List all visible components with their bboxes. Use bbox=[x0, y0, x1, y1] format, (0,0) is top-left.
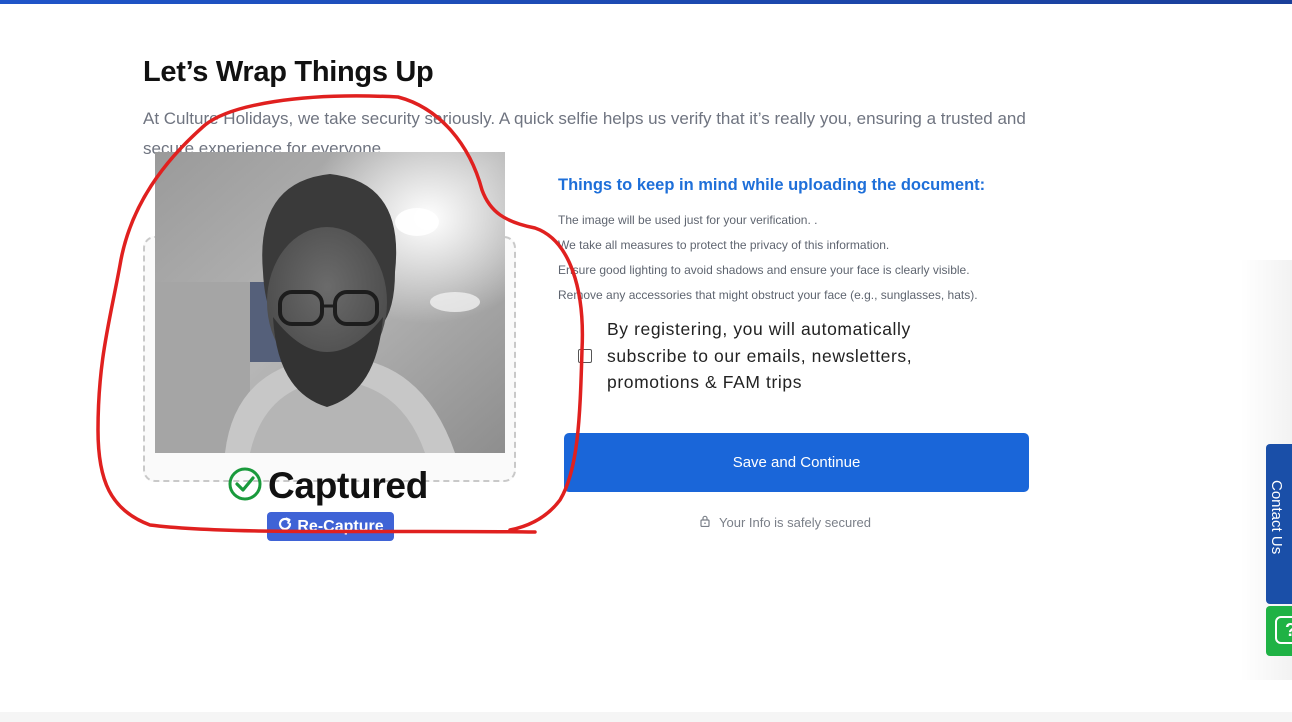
recapture-button[interactable]: Re-Capture bbox=[267, 512, 394, 541]
guideline-item: Ensure good lighting to avoid shadows an… bbox=[558, 263, 970, 277]
guideline-item: Remove any accessories that might obstru… bbox=[558, 288, 978, 302]
newsletter-consent: By registering, you will automatically s… bbox=[577, 316, 977, 396]
guideline-item: The image will be used just for your ver… bbox=[558, 213, 818, 227]
top-accent-bar bbox=[0, 0, 1292, 4]
guidelines-title: Things to keep in mind while uploading t… bbox=[558, 176, 986, 194]
guidelines-list: The image will be used just for your ver… bbox=[558, 208, 978, 308]
contact-us-label: Contact Us bbox=[1268, 480, 1285, 555]
help-tab[interactable]: ? bbox=[1266, 606, 1292, 656]
contact-us-tab[interactable]: Contact Us bbox=[1266, 444, 1292, 604]
captured-selfie-image bbox=[155, 152, 505, 453]
capture-status: Captured bbox=[228, 465, 428, 506]
question-icon: ? bbox=[1275, 616, 1292, 644]
check-circle-icon bbox=[228, 467, 262, 506]
save-and-continue-button[interactable]: Save and Continue bbox=[564, 433, 1029, 492]
consent-text: By registering, you will automatically s… bbox=[607, 319, 913, 392]
refresh-icon bbox=[277, 516, 293, 537]
bottom-strip bbox=[0, 712, 1292, 722]
secure-note-text: Your Info is safely secured bbox=[719, 515, 871, 530]
recapture-label: Re-Capture bbox=[297, 517, 384, 535]
captured-status-label: Captured bbox=[268, 465, 428, 506]
secure-info-note: Your Info is safely secured bbox=[700, 515, 871, 530]
guideline-item: We take all measures to protect the priv… bbox=[558, 238, 890, 252]
page-title: Let’s Wrap Things Up bbox=[143, 56, 434, 88]
consent-checkbox[interactable] bbox=[578, 348, 592, 363]
lock-icon bbox=[700, 515, 710, 530]
